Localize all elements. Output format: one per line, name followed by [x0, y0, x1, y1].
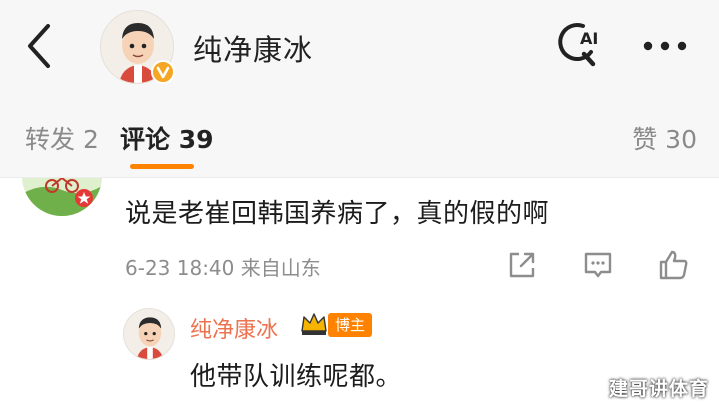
- ai-search-button[interactable]: AI: [553, 18, 605, 70]
- reply-author-avatar[interactable]: [123, 308, 175, 360]
- cyclist-avatar-icon: [22, 178, 102, 216]
- share-icon: [509, 252, 535, 278]
- detail-tabs: 转发 2 评论 39 赞 30: [0, 98, 719, 178]
- share-button[interactable]: [505, 248, 539, 282]
- active-tab-indicator: [130, 164, 194, 169]
- watermark: 建哥讲体育: [608, 378, 709, 400]
- tab-comments[interactable]: 评论 39: [120, 120, 214, 156]
- reply-button[interactable]: [581, 248, 615, 282]
- more-button[interactable]: [640, 28, 690, 64]
- more-dots-icon: [643, 41, 687, 51]
- like-button[interactable]: [657, 248, 691, 282]
- tab-repost[interactable]: 转发 2: [25, 120, 99, 156]
- comment-list: 说是老崔回韩国养病了，真的假的啊 6-23 18:40 来自山东 纯净康冰 博主…: [0, 178, 719, 405]
- reply-icon: [584, 252, 612, 278]
- back-button[interactable]: [20, 22, 60, 70]
- top-bar: 纯净康冰 AI: [0, 0, 719, 98]
- avatar-cartoon-icon: [124, 309, 174, 359]
- reply-text: 他带队训练呢都。: [190, 362, 403, 392]
- tab-likes[interactable]: 赞 30: [632, 120, 697, 156]
- commenter-avatar[interactable]: [22, 178, 102, 216]
- like-icon: [659, 250, 688, 280]
- ai-label: AI: [580, 29, 598, 48]
- reply-author-name[interactable]: 纯净康冰: [190, 312, 278, 344]
- comment-text: 说是老崔回韩国养病了，真的假的啊: [125, 199, 550, 229]
- author-badge: 博主: [328, 313, 373, 337]
- page-title: 纯净康冰: [193, 33, 314, 67]
- comment-meta: 6-23 18:40 来自山东: [125, 256, 321, 280]
- ai-search-icon: AI: [558, 23, 598, 67]
- verified-badge-icon: [151, 60, 175, 84]
- chevron-left-icon: [28, 24, 50, 68]
- crown-icon: [299, 309, 329, 337]
